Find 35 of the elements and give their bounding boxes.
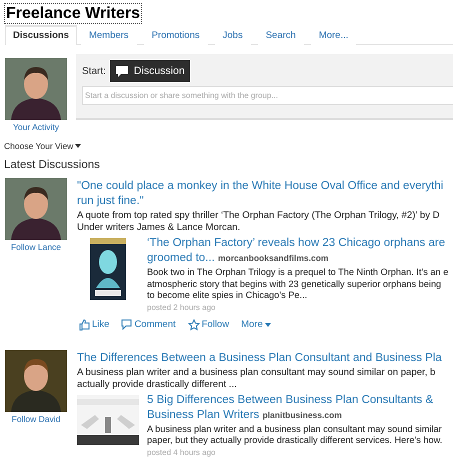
avatar xyxy=(5,178,67,240)
link-source: morcanbooksandfilms.com xyxy=(218,253,328,263)
discussion-button[interactable]: Discussion xyxy=(110,60,190,82)
link-source: planitbusiness.com xyxy=(262,410,342,420)
follow-button[interactable]: Follow xyxy=(188,318,230,330)
comment-icon xyxy=(121,319,132,330)
start-label: Start: xyxy=(82,66,106,76)
tab[interactable]: Discussions xyxy=(5,25,77,45)
view-menu[interactable]: Choose Your View xyxy=(4,141,82,151)
caret-icon xyxy=(264,322,271,326)
link-title[interactable]: 5 Big Differences Between Business Plan Consultants & Business Plan Writers planitbusiness.com xyxy=(147,392,442,422)
thumbs-up-icon xyxy=(79,318,90,330)
caret-icon xyxy=(75,144,82,148)
post-title[interactable]: The Differences Between a Business Plan Consultant and Business Pla xyxy=(77,350,442,366)
section-heading: Latest Discussions xyxy=(4,159,101,171)
star-icon xyxy=(188,318,200,330)
post-title[interactable]: "One could place a monkey in the White House Oval Office and everythi run just fine." xyxy=(77,179,448,209)
link-title[interactable]: ‘The Orphan Factory’ reveals how 23 Chicago orphans are groomed to... morcanbooksandfilms.com xyxy=(147,236,448,266)
speech-bubble-icon xyxy=(114,64,129,78)
avatar xyxy=(5,58,67,120)
comment-button[interactable]: Comment xyxy=(121,318,176,330)
your-activity-link[interactable]: Your Activity xyxy=(13,122,59,132)
link-summary: Book two in The Orphan Trilogy is a prequel to The Ninth Orphan. It’s an e atmospheric story that begins with 23 genetically superior orphans being to become elite spies in Chicago’s Pe... xyxy=(147,267,448,302)
share-field[interactable]: Start a discussion or share something with the group... xyxy=(82,86,453,105)
like-button[interactable]: Like xyxy=(79,318,110,330)
post-summary: A business plan writer and a business plan consultant may sound similar on paper, b actually provide drastically different ... xyxy=(77,366,436,390)
posted-time: posted 2 hours ago xyxy=(147,302,216,312)
link-summary: A business plan writer and a business plan consultant may sound similar paper, but they actually provide drastically different services. Here’s how. xyxy=(147,424,442,446)
follow-link[interactable]: Follow David xyxy=(12,414,60,424)
avatar xyxy=(5,350,67,412)
posted-time: posted 4 hours ago xyxy=(147,448,216,456)
follow-link[interactable]: Follow Lance xyxy=(10,242,62,252)
group-title: Freelance Writers xyxy=(4,3,142,24)
post-summary: A quote from top rated spy thriller ‘The Orphan Factory (The Orphan Trilogy, #2)’ by D Under writers James & Lance Morcan. xyxy=(77,210,441,234)
more-button[interactable]: More xyxy=(241,318,271,330)
